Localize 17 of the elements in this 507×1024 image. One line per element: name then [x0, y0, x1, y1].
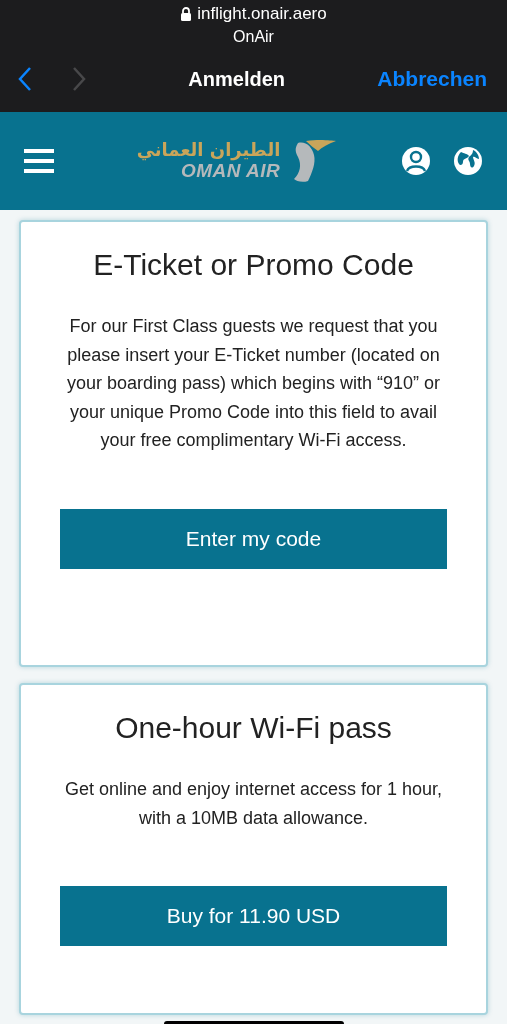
- card-title: One-hour Wi-Fi pass: [115, 711, 392, 745]
- page-url: inflight.onair.aero: [197, 4, 327, 24]
- account-icon[interactable]: [401, 146, 431, 176]
- globe-icon[interactable]: [453, 146, 483, 176]
- site-name: OnAir: [233, 28, 274, 46]
- back-button[interactable]: [18, 66, 32, 92]
- sheet-title: Anmelden: [187, 67, 286, 91]
- card-title: E-Ticket or Promo Code: [93, 248, 414, 282]
- card-description: For our First Class guests we request that you please insert your E-Ticket number (located on your boarding pass) which begins with “910” or your unique Promo Code into this field to avail your free complimentary Wi-Fi access.: [65, 315, 442, 453]
- cancel-button[interactable]: Abbrechen: [377, 67, 487, 91]
- logo-text: OMAN AIR: [181, 160, 281, 182]
- lock-icon: [180, 7, 193, 21]
- card-description: Get online and enjoy internet access for 1 hour, with a 10MB data allowance.: [63, 778, 444, 830]
- card-button[interactable]: Enter my code: [60, 508, 447, 569]
- menu-icon[interactable]: [24, 149, 54, 173]
- card-button[interactable]: Buy for 11.90 USD: [60, 886, 447, 947]
- logo-arabic-text: الطيران العماني: [136, 140, 281, 160]
